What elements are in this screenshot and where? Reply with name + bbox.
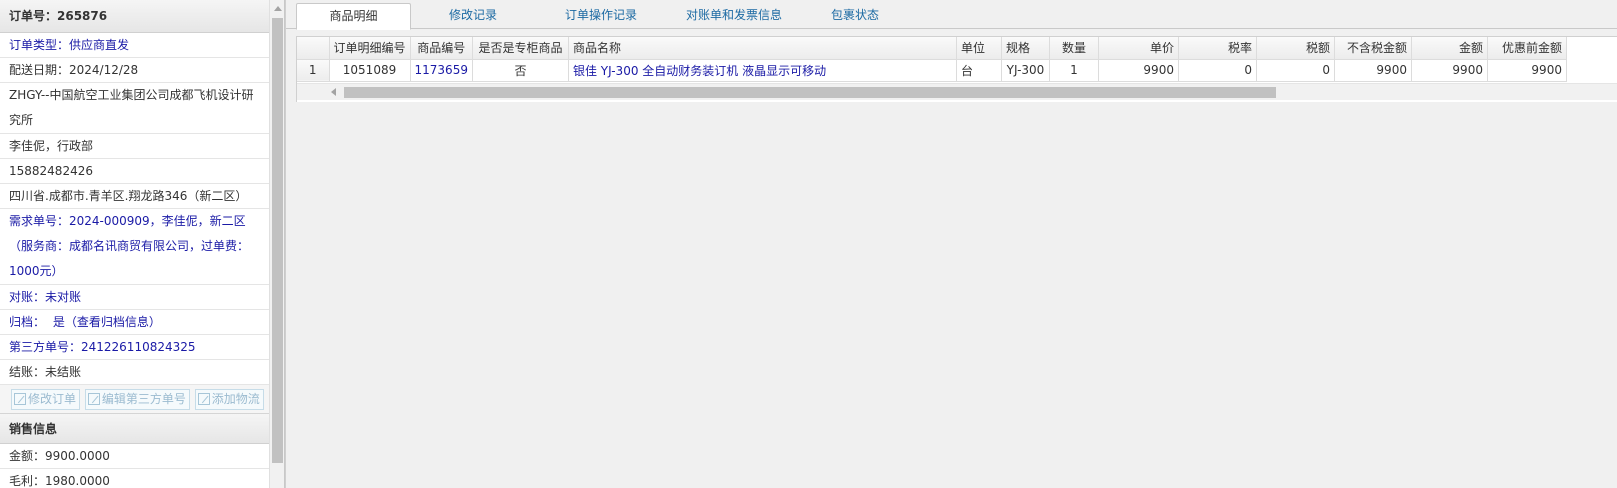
left-scrollbar[interactable] (269, 0, 284, 488)
action-buttons: 修改订单 编辑第三方单号 添加物流 (0, 385, 269, 414)
col-detail-id[interactable]: 订单明细编号 (329, 37, 411, 60)
cell-quantity: 1 (1049, 59, 1099, 82)
cell-counter-product: 否 (472, 59, 569, 82)
col-quantity[interactable]: 数量 (1049, 37, 1099, 60)
edit-third-party-label: 编辑第三方单号 (101, 392, 186, 406)
cell-pre-tax-amount: 9900 (1334, 59, 1412, 82)
tab-bar: 商品明细 修改记录 订单操作记录 对账单和发票信息 包裹状态 (286, 0, 1617, 30)
col-unit[interactable]: 单位 (956, 37, 1002, 60)
third-party-number: 第三方单号：241226110824325 (0, 335, 269, 360)
demand-info[interactable]: 需求单号：2024-000909，李佳伲，新二区（服务商：成都名讯商贸有限公司，… (0, 209, 269, 285)
col-unit-price[interactable]: 单价 (1098, 37, 1179, 60)
reconcile-status: 对账：未对账 (0, 285, 269, 310)
cell-pre-discount-amount: 9900 (1487, 59, 1567, 82)
table-row[interactable]: 1 1051089 1173659 否 银佳 YJ-300 全自动财务装订机 液… (297, 59, 1567, 82)
product-grid: 订单明细编号 商品编号 是否是专柜商品 商品名称 单位 规格 数量 单价 税率 … (296, 36, 1617, 102)
table-header-row: 订单明细编号 商品编号 是否是专柜商品 商品名称 单位 规格 数量 单价 税率 … (297, 37, 1567, 60)
edit-order-button[interactable]: 修改订单 (11, 389, 81, 410)
col-tax-rate[interactable]: 税率 (1178, 37, 1257, 60)
tab-package-status[interactable]: 包裹状态 (796, 3, 914, 30)
cell-tax-amount: 0 (1256, 59, 1335, 82)
scroll-up-icon[interactable] (274, 6, 282, 11)
cell-spec: YJ-300 (1001, 59, 1050, 82)
cell-unit-price: 9900 (1098, 59, 1179, 82)
cell-product-id[interactable]: 1173659 (410, 59, 473, 82)
contact-phone: 15882482426 (0, 159, 269, 184)
col-pre-discount-amount[interactable]: 优惠前金额 (1487, 37, 1567, 60)
scroll-left-icon[interactable] (331, 88, 336, 96)
cell-product-name[interactable]: 银佳 YJ-300 全自动财务装订机 液晶显示可移动 (568, 59, 957, 82)
view-archive-link[interactable]: 是（查看归档信息） (53, 315, 161, 329)
edit-icon (14, 393, 26, 405)
product-table: 订单明细编号 商品编号 是否是专柜商品 商品名称 单位 规格 数量 单价 税率 … (297, 37, 1567, 82)
cell-unit: 台 (956, 59, 1002, 82)
col-product-id[interactable]: 商品编号 (410, 37, 473, 60)
archive-status: 归档： 是（查看归档信息） (0, 310, 269, 335)
delivery-date: 配送日期：2024/12/28 (0, 58, 269, 83)
sales-info-header: 销售信息 (0, 414, 269, 444)
order-info-panel: 订单号：265876 订单类型：供应商直发 配送日期：2024/12/28 ZH… (0, 0, 285, 488)
tab-statement-invoice[interactable]: 对账单和发票信息 (658, 3, 810, 30)
horizontal-scroll-thumb[interactable] (344, 87, 1276, 98)
col-product-name[interactable]: 商品名称 (568, 37, 957, 60)
add-logistics-label: 添加物流 (211, 392, 260, 406)
row-number: 1 (297, 59, 330, 82)
sales-profit: 毛利：1980.0000 (0, 469, 269, 488)
edit-third-party-button[interactable]: 编辑第三方单号 (84, 389, 190, 410)
col-counter-product[interactable]: 是否是专柜商品 (472, 37, 569, 60)
order-type: 订单类型：供应商直发 (0, 33, 269, 58)
customer-company: ZHGY--中国航空工业集团公司成都飞机设计研究所 (0, 83, 269, 134)
cell-amount: 9900 (1411, 59, 1488, 82)
delivery-address: 四川省.成都市.青羊区.翔龙路346（新二区） (0, 184, 269, 209)
edit-icon (87, 393, 100, 405)
col-tax-amount[interactable]: 税额 (1256, 37, 1335, 60)
detail-panel: 商品明细 修改记录 订单操作记录 对账单和发票信息 包裹状态 订单明细编号 商品… (285, 0, 1617, 488)
tab-product-details[interactable]: 商品明细 (296, 3, 411, 30)
edit-icon (197, 393, 210, 405)
edit-order-label: 修改订单 (28, 392, 77, 406)
tab-modify-log[interactable]: 修改记录 (418, 3, 528, 30)
add-logistics-button[interactable]: 添加物流 (194, 389, 264, 410)
order-number-header: 订单号：265876 (0, 0, 269, 33)
col-spec[interactable]: 规格 (1001, 37, 1050, 60)
col-amount[interactable]: 金额 (1411, 37, 1488, 60)
sales-amount: 金额：9900.0000 (0, 444, 269, 469)
cell-tax-rate: 0 (1178, 59, 1257, 82)
cell-detail-id: 1051089 (329, 59, 411, 82)
contact-person: 李佳伲，行政部 (0, 134, 269, 159)
settlement-status: 结账：未结账 (0, 360, 269, 385)
col-rownum (297, 37, 330, 60)
tab-operation-log[interactable]: 订单操作记录 (536, 3, 666, 30)
grid-horizontal-scrollbar[interactable] (297, 83, 1617, 100)
archive-label: 归档： (9, 315, 46, 329)
col-pre-tax-amount[interactable]: 不含税金额 (1334, 37, 1412, 60)
scroll-thumb[interactable] (272, 18, 283, 463)
